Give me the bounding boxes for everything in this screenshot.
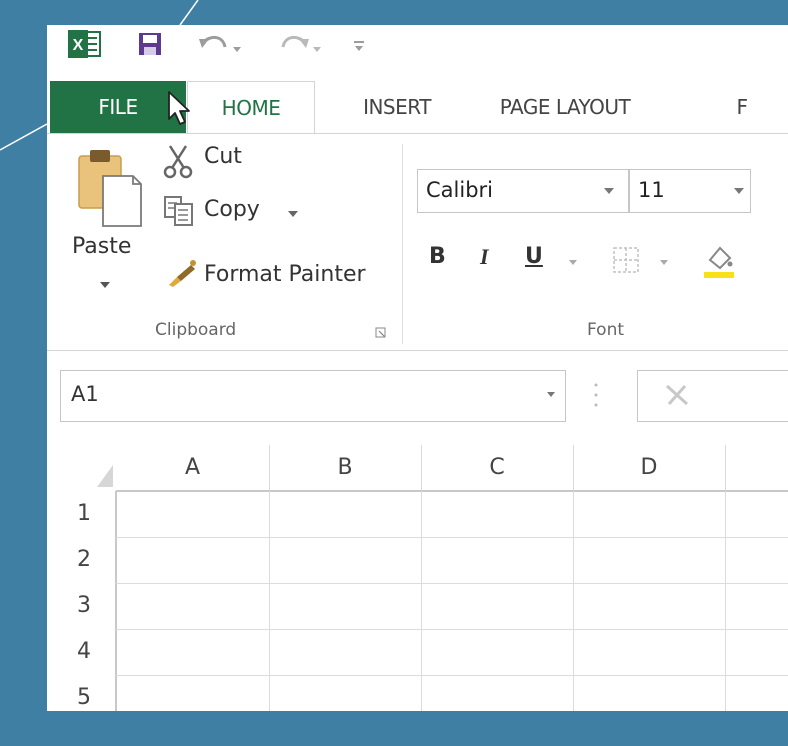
- copy-button[interactable]: Copy: [204, 197, 260, 222]
- customize-icon[interactable]: [352, 37, 366, 55]
- save-icon[interactable]: [137, 31, 163, 57]
- borders-dropdown-icon[interactable]: [659, 259, 669, 267]
- copy-icon[interactable]: [162, 194, 196, 228]
- paste-icon[interactable]: [75, 146, 145, 231]
- cut-icon[interactable]: [162, 144, 194, 180]
- column-gridline: [573, 491, 574, 711]
- font-group-label: Font: [587, 320, 625, 340]
- font-name-select[interactable]: Calibri: [417, 169, 629, 213]
- row-gridline: [116, 629, 788, 630]
- font-name-value: Calibri: [426, 178, 493, 202]
- tab-page-layout[interactable]: PAGE LAYOUT: [465, 81, 665, 133]
- format-painter-button[interactable]: Format Painter: [204, 262, 366, 287]
- formula-bar-buttons: [637, 370, 788, 422]
- row-header-4[interactable]: 4: [47, 629, 116, 675]
- ribbon-home: Paste Cut Copy Format Painter Clipboard …: [47, 133, 788, 351]
- cancel-entry-icon[interactable]: [663, 383, 691, 407]
- font-size-value: 11: [638, 178, 665, 202]
- tab-formulas[interactable]: F: [727, 81, 757, 133]
- clipboard-group-label: Clipboard: [155, 320, 237, 340]
- font-size-dropdown-icon[interactable]: [733, 186, 745, 196]
- row-header-3[interactable]: 3: [47, 583, 116, 629]
- excel-app-icon[interactable]: X: [67, 29, 101, 59]
- tab-home-label: HOME: [221, 96, 281, 120]
- mouse-cursor-icon: [168, 91, 190, 125]
- row-header-1[interactable]: 1: [47, 491, 116, 537]
- name-box[interactable]: A1: [60, 370, 566, 422]
- row-gridline: [116, 675, 788, 676]
- column-gridline: [421, 491, 422, 711]
- format-painter-icon[interactable]: [167, 259, 199, 289]
- app-icon-letter: X: [73, 37, 84, 54]
- column-header-a[interactable]: A: [116, 445, 270, 491]
- tab-file-label: FILE: [98, 95, 138, 119]
- column-header-b[interactable]: B: [269, 445, 422, 491]
- row-gridline: [116, 537, 788, 538]
- bold-button[interactable]: B: [429, 244, 446, 269]
- redo-icon[interactable]: [277, 33, 323, 59]
- fill-color-icon[interactable]: [702, 242, 736, 280]
- tab-home[interactable]: HOME: [187, 81, 315, 135]
- row-header-5[interactable]: 5: [47, 675, 116, 711]
- row-gridline: [116, 583, 788, 584]
- excel-window: X FILE HOME INSERT PAGE LAYOUT F Paste C…: [47, 25, 788, 711]
- clipboard-dialog-launcher-icon[interactable]: [375, 327, 387, 339]
- column-header-border: [116, 490, 788, 492]
- underline-dropdown-icon[interactable]: [568, 259, 578, 267]
- name-box-value: A1: [71, 382, 99, 406]
- select-all-corner-icon[interactable]: [95, 463, 115, 489]
- copy-dropdown-icon[interactable]: [287, 209, 299, 219]
- name-box-dropdown-icon[interactable]: [546, 391, 556, 399]
- worksheet-grid[interactable]: A B C D 1 2 3 4 5 6: [47, 445, 788, 711]
- fill-color-swatch: [704, 272, 734, 278]
- column-gridline: [269, 491, 270, 711]
- tab-page-layout-label: PAGE LAYOUT: [499, 95, 631, 119]
- borders-icon[interactable]: [612, 246, 640, 274]
- ribbon-tabs: FILE HOME INSERT PAGE LAYOUT F: [47, 81, 788, 135]
- tab-formulas-label: F: [736, 95, 748, 119]
- group-separator: [402, 144, 403, 344]
- undo-icon[interactable]: [197, 33, 243, 59]
- formula-bar-grip-icon[interactable]: [593, 377, 599, 413]
- row-header-2[interactable]: 2: [47, 537, 116, 583]
- tab-insert-label: INSERT: [363, 95, 431, 119]
- italic-button[interactable]: I: [480, 244, 489, 270]
- column-header-d[interactable]: D: [573, 445, 726, 491]
- cut-button[interactable]: Cut: [204, 144, 242, 169]
- font-name-dropdown-icon[interactable]: [603, 186, 615, 196]
- paste-dropdown-icon[interactable]: [99, 280, 111, 290]
- tab-insert[interactable]: INSERT: [342, 81, 452, 133]
- paste-button[interactable]: Paste: [72, 234, 131, 259]
- column-gridline: [725, 491, 726, 711]
- column-header-c[interactable]: C: [421, 445, 574, 491]
- underline-button[interactable]: U: [525, 244, 543, 269]
- quick-access-toolbar: X: [47, 25, 788, 79]
- font-size-select[interactable]: 11: [629, 169, 751, 213]
